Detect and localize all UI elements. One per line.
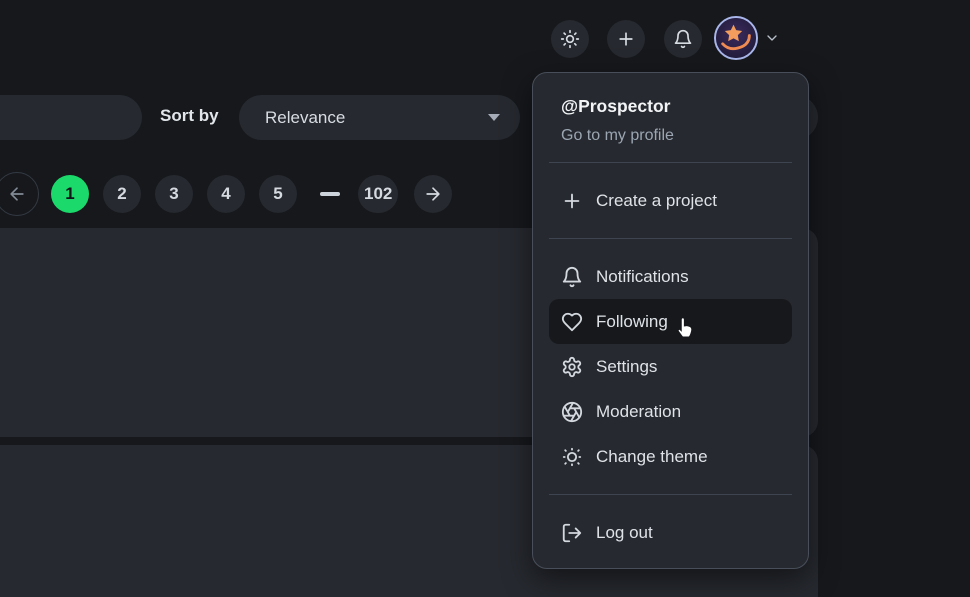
menu-username: @Prospector (561, 95, 792, 118)
pagination-gap-dash (320, 192, 340, 196)
search-input[interactable] (0, 95, 142, 140)
page-button-2[interactable]: 2 (103, 175, 141, 213)
menu-divider (549, 238, 792, 239)
page-button-3[interactable]: 3 (155, 175, 193, 213)
menu-profile-subtitle: Go to my profile (561, 125, 792, 147)
logout-icon (561, 522, 583, 544)
menu-item-settings[interactable]: Settings (549, 344, 792, 389)
sort-by-label: Sort by (160, 106, 219, 126)
menu-divider (549, 162, 792, 163)
user-menu-button[interactable] (714, 15, 786, 61)
user-avatar (714, 16, 758, 60)
menu-divider (549, 494, 792, 495)
create-project-button[interactable] (607, 20, 645, 58)
menu-item-label: Moderation (596, 402, 681, 422)
sort-select[interactable]: Relevance (239, 95, 520, 140)
chevron-down-icon (488, 114, 500, 121)
plus-icon (616, 29, 636, 49)
bell-icon (673, 29, 693, 49)
heart-icon (561, 311, 583, 333)
menu-item-label: Notifications (596, 267, 689, 287)
modrinth-search-page: Sort by Relevance 1 2 3 4 5 102 uid3 ine… (0, 0, 970, 597)
notifications-button[interactable] (664, 20, 702, 58)
arrow-left-icon (7, 184, 27, 204)
aperture-icon (561, 401, 583, 423)
sort-select-value: Relevance (265, 108, 488, 128)
arrow-right-icon (423, 184, 443, 204)
plus-icon (561, 190, 583, 212)
hand-cursor (671, 314, 698, 341)
page-button-last[interactable]: 102 (358, 175, 398, 213)
menu-item-label: Log out (596, 523, 653, 543)
sun-icon (560, 29, 580, 49)
gear-icon (561, 356, 583, 378)
next-page-button[interactable] (414, 175, 452, 213)
go-to-profile-link[interactable]: @Prospector Go to my profile (549, 95, 792, 147)
bell-icon (561, 266, 583, 288)
chevron-down-icon (764, 30, 780, 46)
menu-item-label: Following (596, 312, 668, 332)
menu-item-logout[interactable]: Log out (549, 510, 792, 555)
menu-item-label: Change theme (596, 447, 708, 467)
sun-icon (561, 446, 583, 468)
menu-item-change-theme[interactable]: Change theme (549, 434, 792, 479)
menu-item-label: Create a project (596, 191, 717, 211)
page-button-1[interactable]: 1 (51, 175, 89, 213)
menu-item-notifications[interactable]: Notifications (549, 254, 792, 299)
page-button-4[interactable]: 4 (207, 175, 245, 213)
menu-item-create-project[interactable]: Create a project (549, 178, 792, 223)
menu-item-moderation[interactable]: Moderation (549, 389, 792, 434)
prev-page-button[interactable] (0, 172, 39, 216)
theme-toggle-button[interactable] (551, 20, 589, 58)
menu-item-label: Settings (596, 357, 657, 377)
page-button-5[interactable]: 5 (259, 175, 297, 213)
